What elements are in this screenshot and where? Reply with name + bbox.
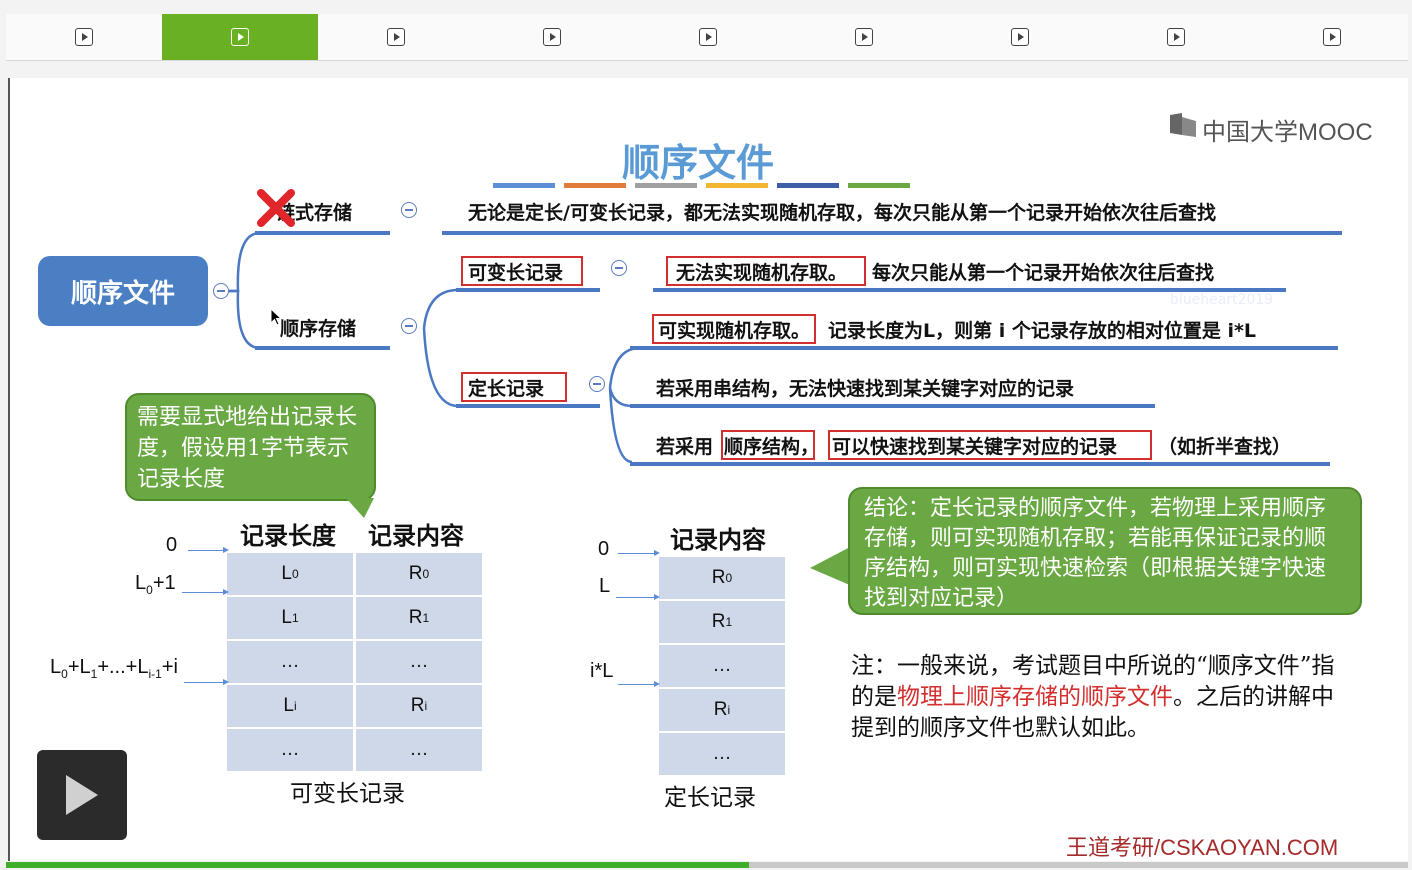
var-record-label: 可变长记录	[468, 262, 564, 284]
video-play-button[interactable]	[37, 750, 127, 840]
var-table-header-content: 记录内容	[368, 522, 464, 550]
segment-play-icon	[75, 28, 93, 46]
fixed-offset-0: 0	[598, 538, 610, 560]
segment-tab-8[interactable]	[1098, 14, 1254, 60]
segment-play-icon	[1167, 28, 1185, 46]
var-table-cell: Ri	[356, 685, 482, 727]
var-table-caption: 可变长记录	[290, 781, 405, 807]
var-table-cell: R0	[356, 553, 482, 595]
var-table-cell: L1	[227, 597, 353, 639]
red-x-icon	[256, 188, 296, 228]
segment-tab-6[interactable]	[786, 14, 942, 60]
bubble-conclusion: 结论：定长记录的顺序文件，若物理上采用顺序存储，则可实现随机存取；若能再保证记录…	[848, 487, 1362, 615]
var-table-cell: L0	[227, 553, 353, 595]
fixed-table-cell: …	[659, 733, 785, 775]
var-table-cell: …	[356, 729, 482, 771]
segment-tab-5[interactable]	[630, 14, 786, 60]
var-offset-1: L0+1	[135, 572, 176, 597]
segment-tab-4[interactable]	[474, 14, 630, 60]
var-table-cell: Li	[227, 685, 353, 727]
fixed-line1-boxed: 可实现随机存取。	[658, 320, 811, 342]
var-table-header-length: 记录长度	[240, 522, 336, 550]
fixed-table-cell: …	[659, 645, 785, 687]
segment-tab-7[interactable]	[942, 14, 1098, 60]
var-table-cell: R1	[356, 597, 482, 639]
chain-desc: 无论是定长/可变长记录，都无法实现随机存取，每次只能从第一个记录开始依次往后查找	[468, 202, 1216, 224]
fixed-line3-box1: 顺序结构，	[724, 436, 820, 458]
video-progress-fill	[6, 862, 750, 868]
bubble-record-length-note: 需要显式地给出记录长度，假设用1字节表示记录长度	[125, 393, 376, 501]
video-progress-track[interactable]	[6, 862, 1408, 868]
watermark: blueheart2019	[1170, 292, 1274, 308]
segment-play-icon	[387, 28, 405, 46]
fixed-line1-rest: 记录长度为L，则第 i 个记录存放的相对位置是 i*L	[828, 320, 1257, 342]
segment-play-icon	[543, 28, 561, 46]
var-table-cell: …	[227, 641, 353, 683]
var-offset-0: 0	[166, 534, 178, 556]
segment-play-icon	[1323, 28, 1341, 46]
segment-tab-2[interactable]	[162, 14, 318, 60]
fixed-offset-L: L	[599, 575, 611, 597]
segment-play-icon	[231, 28, 249, 46]
collapse-chain-icon[interactable]	[401, 202, 417, 218]
segment-play-icon	[855, 28, 873, 46]
segment-play-icon	[699, 28, 717, 46]
var-table-cell: …	[356, 641, 482, 683]
lecture-slide: 中国大学MOOC 顺序文件 顺序文件 链式存储 无论是定长/可变长记录，都无法实…	[8, 78, 1408, 861]
exam-note: 注：一般来说，考试题目中所说的“顺序文件”指的是物理上顺序存储的顺序文件。之后的…	[851, 651, 1351, 744]
bubble-right-tail	[810, 546, 852, 586]
var-offset-i: L0+L1+...+Li-1+i	[50, 656, 178, 681]
fixed-table-cell: R0	[659, 557, 785, 599]
fixed-table-caption: 定长记录	[664, 785, 756, 811]
fixed-table-cell: R1	[659, 601, 785, 643]
branch-seq-label: 顺序存储	[280, 318, 357, 340]
segment-play-icon	[1011, 28, 1029, 46]
var-desc-rest: 每次只能从第一个记录开始依次往后查找	[872, 262, 1215, 284]
video-segment-bar	[6, 14, 1408, 61]
fixed-offset-iL: i*L	[590, 660, 614, 682]
footer-brand: 王道考研/CSKAOYAN.COM	[1066, 835, 1339, 860]
collapse-fixed-icon[interactable]	[589, 376, 605, 392]
fixed-line3-box2: 可以快速找到某关键字对应的记录	[832, 436, 1118, 458]
var-desc-boxed: 无法实现随机存取。	[676, 262, 848, 284]
segment-tab-9[interactable]	[1254, 14, 1410, 60]
collapse-var-icon[interactable]	[611, 260, 627, 276]
segment-tab-1[interactable]	[6, 14, 162, 60]
play-icon	[66, 775, 98, 815]
fixed-table-header: 记录内容	[670, 526, 766, 554]
var-table-cell: …	[227, 729, 353, 771]
collapse-seq-icon[interactable]	[401, 318, 417, 334]
mouse-cursor-icon	[270, 307, 283, 330]
fixed-line3-pre: 若采用	[656, 436, 714, 458]
segment-tab-3[interactable]	[318, 14, 474, 60]
fixed-line2: 若采用串结构，无法快速找到某关键字对应的记录	[656, 378, 1075, 400]
exam-note-highlight: 物理上顺序存储的顺序文件	[897, 684, 1173, 710]
fixed-table-cell: Ri	[659, 689, 785, 731]
fixed-record-label: 定长记录	[468, 378, 545, 400]
fixed-line3-post: （如折半查找）	[1158, 436, 1292, 458]
